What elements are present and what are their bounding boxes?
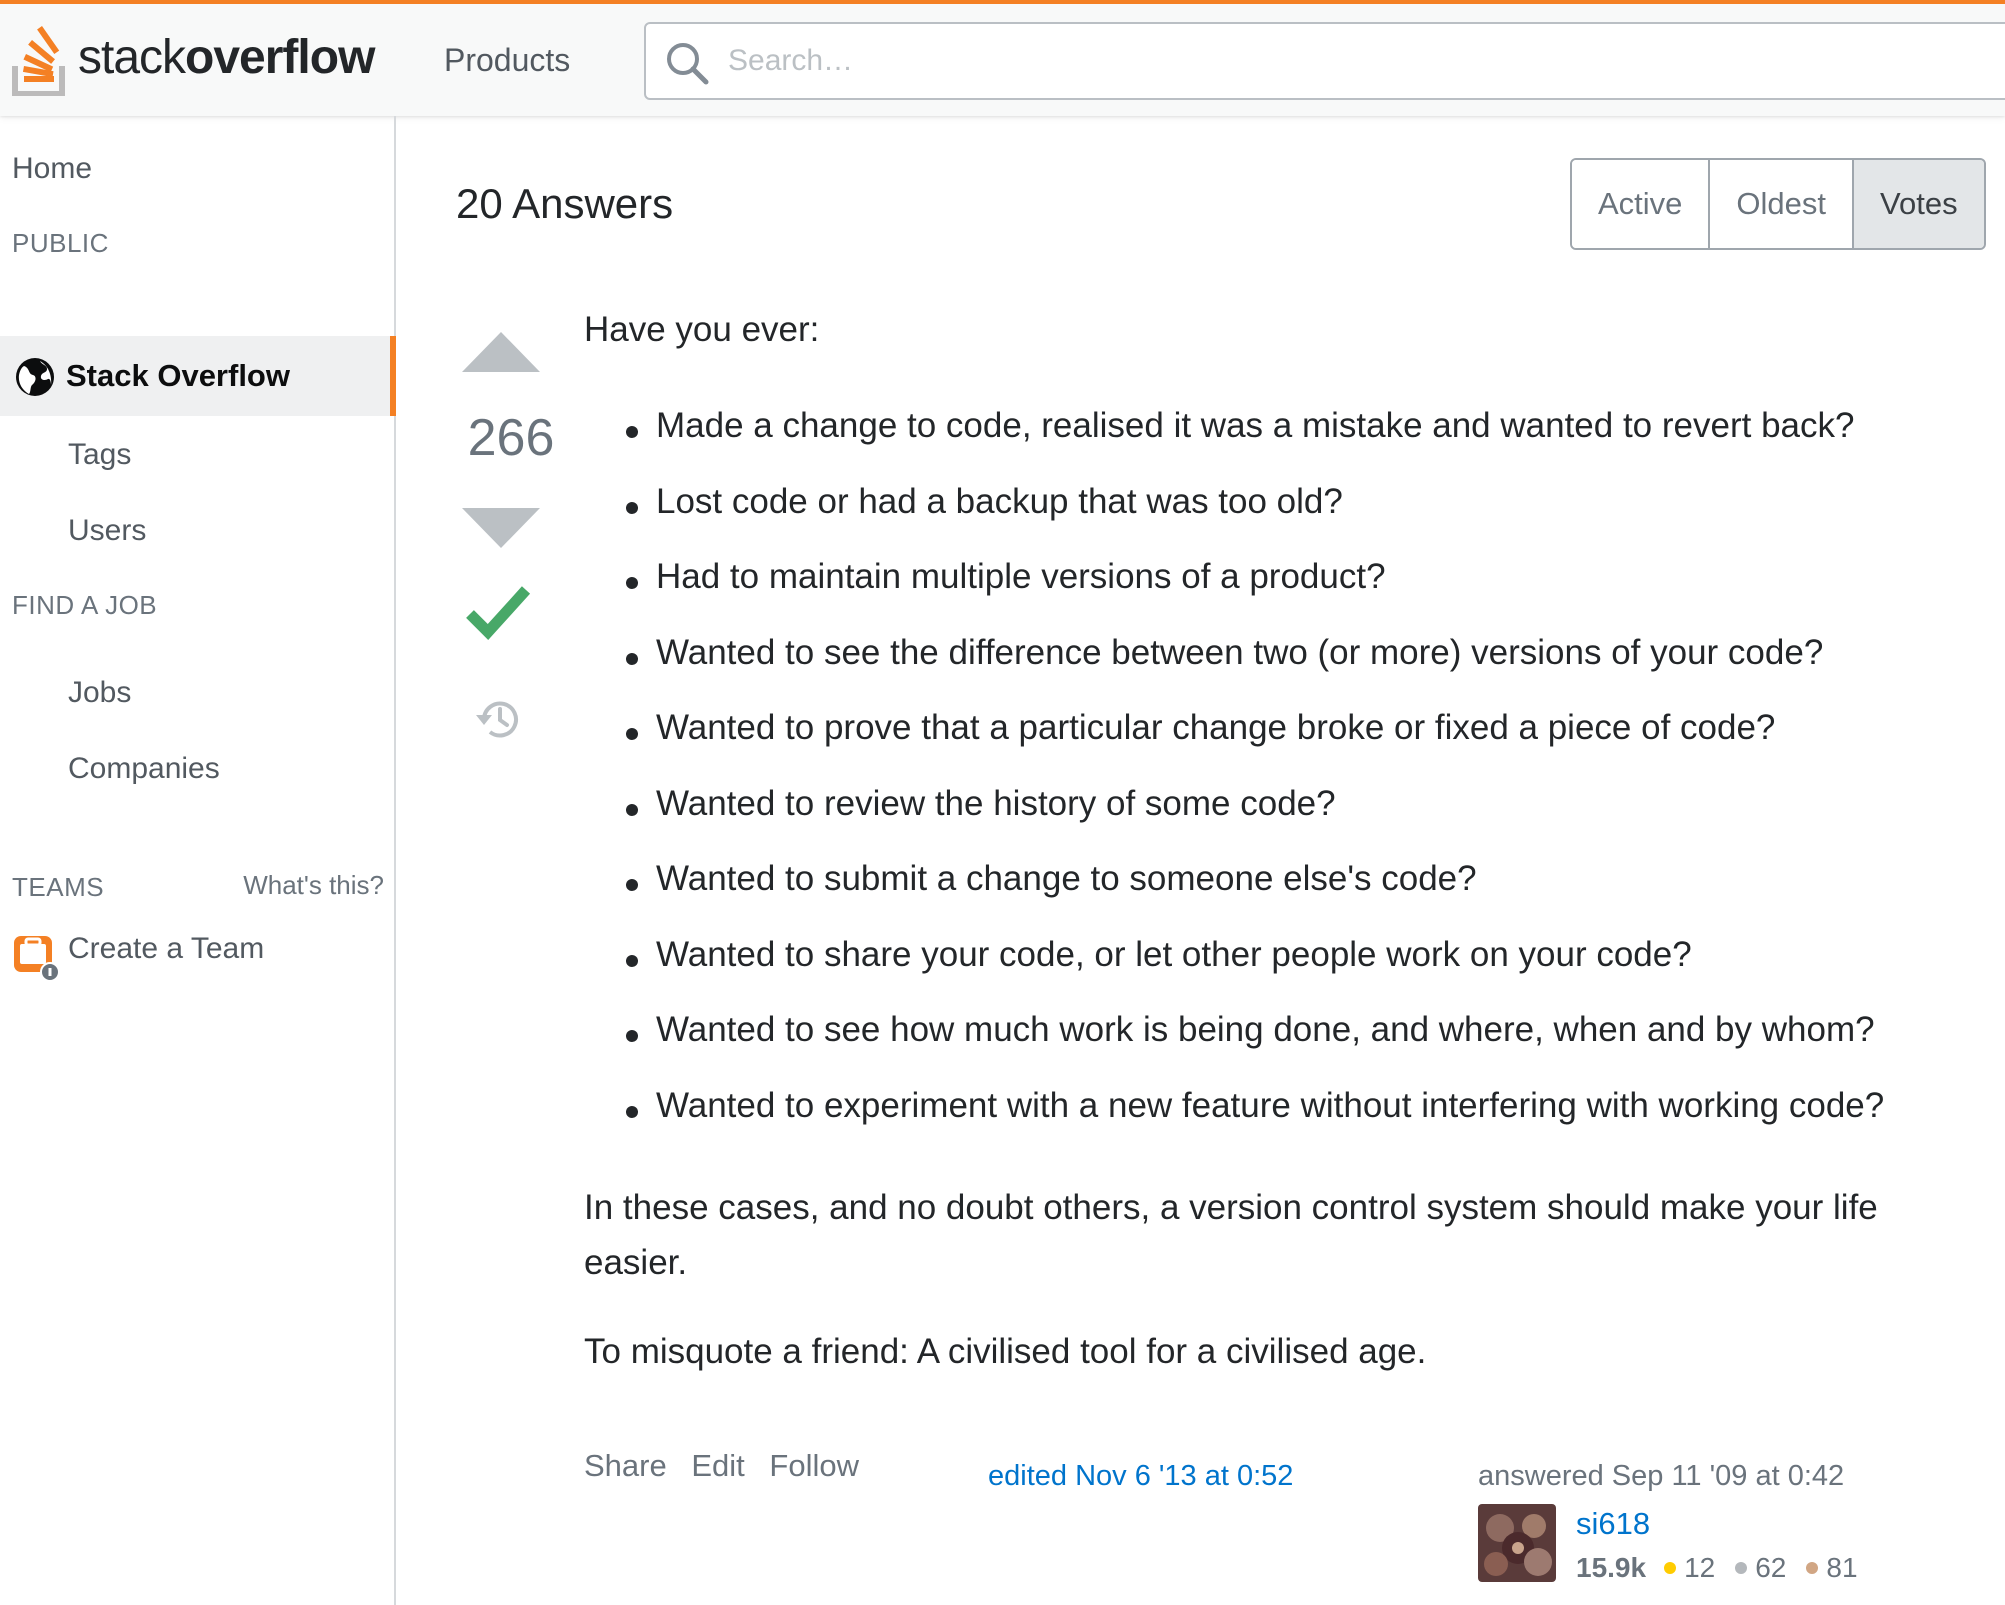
silver-badge-count: 62 bbox=[1755, 1552, 1787, 1583]
user-reputation: 15.9k 12 62 81 bbox=[1576, 1552, 1874, 1584]
gold-badge-count: 12 bbox=[1684, 1552, 1716, 1583]
share-link[interactable]: Share bbox=[584, 1448, 667, 1483]
answer-paragraph-misquote: To misquote a friend: A civilised tool f… bbox=[584, 1332, 1427, 1371]
nav-home[interactable]: Home bbox=[12, 152, 92, 186]
answered-timestamp: answered Sep 11 '09 at 0:42 bbox=[1478, 1460, 1845, 1492]
user-avatar-image bbox=[1478, 1504, 1556, 1582]
nav-create-team[interactable]: Create a Team bbox=[68, 932, 264, 966]
nav-tags[interactable]: Tags bbox=[68, 438, 131, 472]
site-logo[interactable]: stackoverflow bbox=[12, 18, 375, 98]
top-bar: stackoverflow Products bbox=[0, 0, 2005, 116]
user-name-link[interactable]: si618 bbox=[1576, 1506, 1650, 1542]
list-item: Wanted to see how much work is being don… bbox=[584, 1010, 1884, 1086]
list-item: Wanted to experiment with a new feature … bbox=[584, 1086, 1884, 1162]
stack-overflow-logo-icon bbox=[12, 25, 65, 96]
briefcase-icon bbox=[14, 936, 60, 982]
search-icon bbox=[667, 43, 709, 85]
edit-link[interactable]: Edit bbox=[691, 1448, 744, 1483]
tab-oldest[interactable]: Oldest bbox=[1710, 160, 1855, 248]
search-box[interactable] bbox=[644, 22, 2005, 100]
gold-badge-icon bbox=[1664, 1562, 1677, 1574]
edited-timestamp-link[interactable]: edited Nov 6 '13 at 0:52 bbox=[988, 1460, 1293, 1493]
list-item: Wanted to share your code, or let other … bbox=[584, 935, 1884, 1011]
follow-link[interactable]: Follow bbox=[769, 1448, 859, 1483]
history-icon[interactable] bbox=[474, 696, 524, 742]
sort-tabs: Active Oldest Votes bbox=[1570, 158, 1986, 250]
answer-intro: Have you ever: bbox=[584, 310, 820, 349]
globe-icon bbox=[16, 358, 54, 396]
silver-badge-icon bbox=[1735, 1562, 1748, 1574]
products-menu[interactable]: Products bbox=[444, 42, 570, 79]
list-item: Wanted to prove that a particular change… bbox=[584, 708, 1884, 784]
list-item: Wanted to review the history of some cod… bbox=[584, 784, 1884, 860]
list-item: Wanted to see the difference between two… bbox=[584, 633, 1884, 709]
public-heading: PUBLIC bbox=[12, 228, 109, 258]
list-item: Wanted to submit a change to someone els… bbox=[584, 859, 1884, 935]
search-input[interactable] bbox=[726, 38, 1830, 84]
tab-active[interactable]: Active bbox=[1572, 160, 1711, 248]
answers-count-heading: 20 Answers bbox=[456, 180, 674, 227]
list-item: Had to maintain multiple versions of a p… bbox=[584, 557, 1884, 633]
accepted-checkmark-icon bbox=[466, 586, 530, 640]
vote-score: 266 bbox=[467, 409, 555, 467]
answer-paragraph-cases: In these cases, and no doubt others, a v… bbox=[584, 1188, 1878, 1282]
nav-users[interactable]: Users bbox=[68, 514, 146, 548]
post-menu: Share Edit Follow bbox=[584, 1448, 875, 1484]
bronze-badge-count: 81 bbox=[1826, 1552, 1858, 1583]
logo-text: stackoverflow bbox=[78, 31, 375, 84]
downvote-button[interactable] bbox=[460, 506, 542, 550]
left-sidebar: Home PUBLIC Stack Overflow Tags Users FI… bbox=[0, 116, 396, 1605]
answer-bullet-list: Made a change to code, realised it was a… bbox=[584, 406, 1884, 1161]
nav-stack-overflow-label: Stack Overflow bbox=[66, 358, 290, 393]
avatar[interactable] bbox=[1478, 1504, 1556, 1582]
reputation-score: 15.9k bbox=[1576, 1552, 1647, 1583]
nav-stack-overflow[interactable]: Stack Overflow bbox=[0, 336, 396, 416]
list-item: Made a change to code, realised it was a… bbox=[584, 406, 1884, 482]
tab-votes[interactable]: Votes bbox=[1854, 160, 1984, 248]
find-job-heading: FIND A JOB bbox=[12, 590, 158, 620]
bronze-badge-icon bbox=[1806, 1562, 1819, 1574]
upvote-button[interactable] bbox=[460, 330, 542, 374]
teams-heading: TEAMS bbox=[12, 872, 105, 902]
nav-jobs[interactable]: Jobs bbox=[68, 676, 131, 710]
whats-this-link[interactable]: What's this? bbox=[243, 870, 384, 901]
list-item: Lost code or had a backup that was too o… bbox=[584, 482, 1884, 558]
nav-companies[interactable]: Companies bbox=[68, 752, 220, 786]
